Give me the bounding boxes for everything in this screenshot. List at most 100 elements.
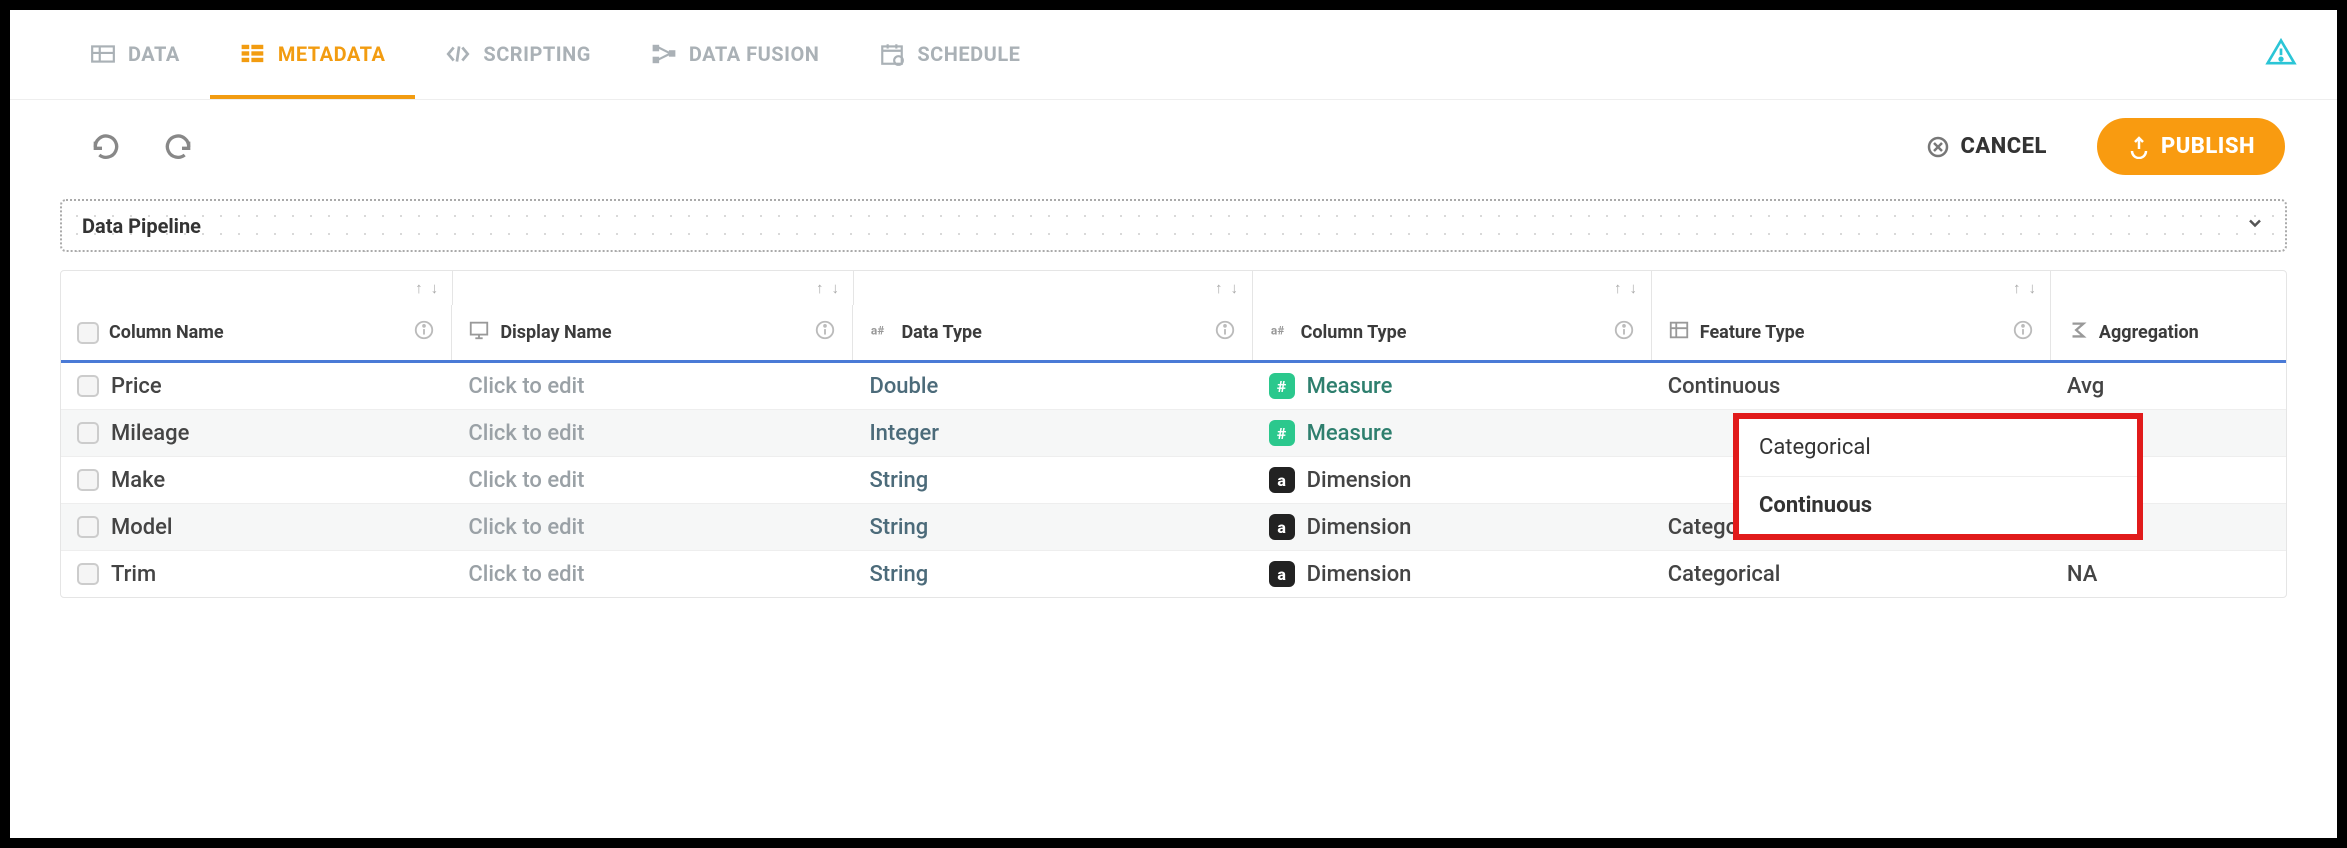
tab-schedule[interactable]: SCHEDULE bbox=[849, 11, 1050, 99]
row-checkbox[interactable] bbox=[77, 375, 99, 397]
row-checkbox[interactable] bbox=[77, 469, 99, 491]
header-row: Column Name Display Name a# Data Type a#… bbox=[61, 305, 2286, 360]
cell-column-type[interactable]: #Measure bbox=[1253, 410, 1652, 456]
undo-button[interactable] bbox=[90, 131, 122, 163]
info-icon[interactable] bbox=[413, 319, 435, 346]
sort-row: ↑↓ ↑↓ ↑↓ ↑↓ ↑↓ bbox=[61, 271, 2286, 305]
scripting-icon bbox=[445, 41, 471, 67]
measure-chip-icon: # bbox=[1269, 420, 1295, 446]
header-display-name: Display Name bbox=[452, 305, 853, 360]
cell-display-name[interactable]: Click to edit bbox=[452, 504, 853, 550]
header-column-name-label: Column Name bbox=[109, 322, 224, 343]
table-row: Price Click to edit Double #Measure Cont… bbox=[61, 360, 2286, 409]
cell-name[interactable]: Model bbox=[111, 515, 173, 540]
dimension-chip-icon: a bbox=[1269, 467, 1295, 493]
header-feature-type-label: Feature Type bbox=[1700, 322, 1805, 343]
chevron-down-icon bbox=[2245, 213, 2265, 238]
cell-feature-type[interactable]: Continuous bbox=[1652, 363, 2051, 409]
data-icon bbox=[90, 41, 116, 67]
display-icon bbox=[468, 319, 490, 346]
cell-display-name[interactable]: Click to edit bbox=[452, 551, 853, 597]
main-tabs: DATA METADATA SCRIPTING DATA FUSION bbox=[10, 10, 2337, 100]
dimension-chip-icon: a bbox=[1269, 561, 1295, 587]
cell-data-type[interactable]: String bbox=[853, 551, 1252, 597]
tab-datafusion-label: DATA FUSION bbox=[689, 42, 820, 66]
measure-chip-icon: # bbox=[1269, 373, 1295, 399]
header-data-type-label: Data Type bbox=[901, 322, 981, 343]
header-aggregation-label: Aggregation bbox=[2099, 322, 2199, 343]
cell-name[interactable]: Mileage bbox=[111, 421, 189, 446]
publish-icon bbox=[2127, 135, 2151, 159]
datatype-icon: a# bbox=[869, 319, 891, 346]
cell-column-type[interactable]: #Measure bbox=[1253, 363, 1652, 409]
tab-datafusion[interactable]: DATA FUSION bbox=[621, 11, 850, 99]
columntype-icon: a# bbox=[1269, 319, 1291, 346]
cell-name[interactable]: Trim bbox=[111, 562, 156, 587]
alert-icon[interactable] bbox=[2265, 36, 2297, 73]
tab-data[interactable]: DATA bbox=[60, 11, 210, 99]
cell-data-type[interactable]: String bbox=[853, 457, 1252, 503]
featuretype-icon bbox=[1668, 319, 1690, 346]
tab-scripting[interactable]: SCRIPTING bbox=[415, 11, 620, 99]
cell-aggregation[interactable]: Avg bbox=[2051, 363, 2286, 409]
cell-display-name[interactable]: Click to edit bbox=[452, 457, 853, 503]
tab-metadata[interactable]: METADATA bbox=[210, 11, 416, 99]
sort-column-name[interactable]: ↑↓ bbox=[61, 271, 453, 305]
metadata-icon bbox=[240, 41, 266, 67]
row-checkbox[interactable] bbox=[77, 516, 99, 538]
cell-column-type[interactable]: aDimension bbox=[1253, 457, 1652, 503]
dropdown-option-categorical[interactable]: Categorical bbox=[1739, 419, 2137, 477]
select-all-checkbox[interactable] bbox=[77, 322, 99, 344]
feature-type-dropdown: Categorical Continuous bbox=[1733, 413, 2143, 540]
cell-column-type[interactable]: aDimension bbox=[1253, 551, 1652, 597]
header-aggregation: Aggregation bbox=[2051, 305, 2286, 360]
info-icon[interactable] bbox=[1214, 319, 1236, 346]
toolbar: CANCEL PUBLISH bbox=[10, 100, 2337, 193]
cancel-label: CANCEL bbox=[1960, 134, 2046, 159]
header-column-name: Column Name bbox=[61, 305, 452, 360]
cell-name[interactable]: Make bbox=[111, 468, 165, 493]
sort-column-type[interactable]: ↑↓ bbox=[1253, 271, 1652, 305]
data-pipeline-panel[interactable]: Data Pipeline bbox=[60, 199, 2287, 252]
cancel-button[interactable]: CANCEL bbox=[1896, 118, 2076, 175]
info-icon[interactable] bbox=[1613, 319, 1635, 346]
cell-aggregation[interactable]: NA bbox=[2051, 551, 2286, 597]
sort-aggregation[interactable] bbox=[2051, 271, 2286, 305]
cell-data-type[interactable]: String bbox=[853, 504, 1252, 550]
header-feature-type: Feature Type bbox=[1652, 305, 2051, 360]
dropdown-option-continuous[interactable]: Continuous bbox=[1739, 477, 2137, 534]
row-checkbox[interactable] bbox=[77, 422, 99, 444]
cell-display-name[interactable]: Click to edit bbox=[452, 363, 853, 409]
cell-column-type[interactable]: aDimension bbox=[1253, 504, 1652, 550]
sort-feature-type[interactable]: ↑↓ bbox=[1652, 271, 2051, 305]
cell-data-type[interactable]: Integer bbox=[853, 410, 1252, 456]
schedule-icon bbox=[879, 41, 905, 67]
datafusion-icon bbox=[651, 41, 677, 67]
dimension-chip-icon: a bbox=[1269, 514, 1295, 540]
sort-data-type[interactable]: ↑↓ bbox=[854, 271, 1253, 305]
info-icon[interactable] bbox=[814, 319, 836, 346]
sort-display-name[interactable]: ↑↓ bbox=[453, 271, 854, 305]
metadata-table: ↑↓ ↑↓ ↑↓ ↑↓ ↑↓ Column Name Display Name bbox=[60, 270, 2287, 598]
app-window: DATA METADATA SCRIPTING DATA FUSION bbox=[10, 10, 2337, 838]
aggregation-icon bbox=[2067, 319, 2089, 346]
row-checkbox[interactable] bbox=[77, 563, 99, 585]
cell-display-name[interactable]: Click to edit bbox=[452, 410, 853, 456]
header-data-type: a# Data Type bbox=[853, 305, 1252, 360]
pipeline-label: Data Pipeline bbox=[82, 214, 201, 238]
header-column-type-label: Column Type bbox=[1301, 322, 1407, 343]
publish-label: PUBLISH bbox=[2161, 134, 2255, 159]
info-icon[interactable] bbox=[2012, 319, 2034, 346]
svg-text:a#: a# bbox=[1270, 324, 1283, 338]
tab-data-label: DATA bbox=[128, 42, 180, 66]
header-column-type: a# Column Type bbox=[1253, 305, 1652, 360]
tab-scripting-label: SCRIPTING bbox=[483, 42, 590, 66]
cell-data-type[interactable]: Double bbox=[853, 363, 1252, 409]
table-row: Trim Click to edit String aDimension Cat… bbox=[61, 550, 2286, 597]
cell-feature-type[interactable]: Categorical bbox=[1652, 551, 2051, 597]
cell-name[interactable]: Price bbox=[111, 374, 162, 399]
publish-button[interactable]: PUBLISH bbox=[2097, 118, 2285, 175]
header-display-name-label: Display Name bbox=[500, 322, 611, 343]
cancel-icon bbox=[1926, 135, 1950, 159]
redo-button[interactable] bbox=[162, 131, 194, 163]
